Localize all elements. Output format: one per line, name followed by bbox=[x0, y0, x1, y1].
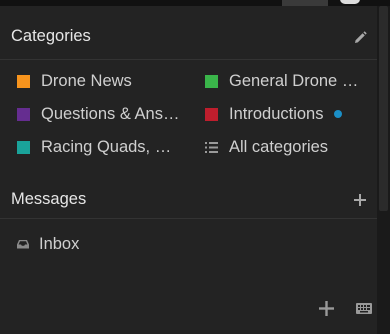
category-label: Introductions bbox=[229, 104, 324, 123]
user-avatar[interactable] bbox=[340, 0, 360, 4]
edit-categories-button[interactable] bbox=[350, 28, 370, 48]
keyboard-icon bbox=[356, 302, 372, 314]
category-label: Questions & Answers bbox=[41, 104, 181, 123]
unread-indicator-dot bbox=[334, 110, 343, 118]
category-color-swatch bbox=[205, 74, 218, 88]
messages-title: Messages bbox=[11, 190, 87, 208]
category-label: Racing Quads, FPV bbox=[41, 137, 173, 156]
list-icon bbox=[205, 141, 218, 153]
category-racing-quads[interactable]: Racing Quads, FPV bbox=[17, 136, 177, 158]
category-color-swatch bbox=[17, 74, 30, 88]
keyboard-shortcuts-button[interactable] bbox=[354, 300, 374, 316]
inbox-label: Inbox bbox=[39, 234, 80, 253]
plus-icon bbox=[318, 300, 334, 316]
category-introductions[interactable]: Introductions bbox=[205, 103, 355, 125]
scrollbar-thumb[interactable] bbox=[379, 6, 388, 211]
scrollbar[interactable] bbox=[377, 6, 390, 334]
category-color-swatch bbox=[17, 140, 30, 154]
category-color-swatch bbox=[17, 107, 30, 121]
categories-divider bbox=[0, 59, 377, 60]
inbox-link[interactable]: Inbox bbox=[17, 233, 137, 255]
sidebar-panel: Categories Drone News General Drone Disc… bbox=[0, 6, 377, 334]
category-drone-news[interactable]: Drone News bbox=[17, 70, 187, 92]
inbox-icon bbox=[17, 240, 29, 249]
pencil-icon bbox=[355, 31, 367, 43]
footer-add-button[interactable] bbox=[316, 298, 336, 318]
messages-divider bbox=[0, 218, 377, 219]
category-label: General Drone Discussion bbox=[229, 71, 361, 90]
category-questions-answers[interactable]: Questions & Answers bbox=[17, 103, 183, 125]
all-categories-link[interactable]: All categories bbox=[205, 136, 355, 158]
category-general-drone-discussion[interactable]: General Drone Discussion bbox=[205, 70, 361, 92]
plus-icon bbox=[354, 194, 366, 206]
new-message-button[interactable] bbox=[350, 190, 370, 210]
categories-title: Categories bbox=[11, 27, 91, 45]
category-color-swatch bbox=[205, 107, 218, 121]
category-label: Drone News bbox=[41, 71, 132, 90]
category-label: All categories bbox=[229, 137, 329, 156]
